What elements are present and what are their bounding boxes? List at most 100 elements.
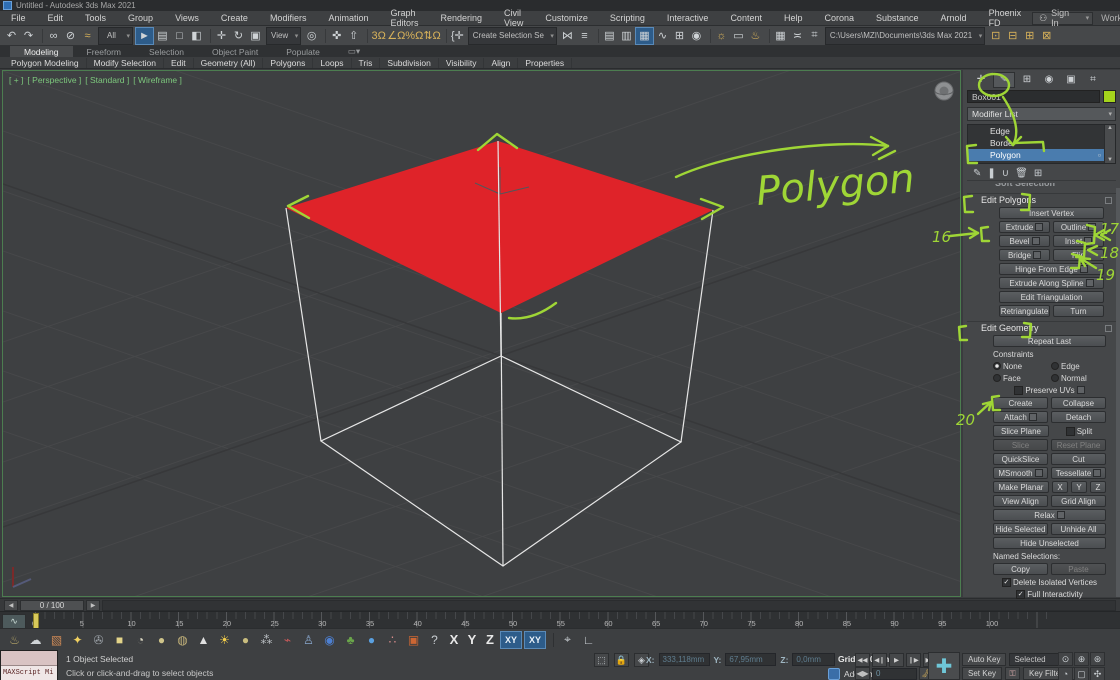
menu-item[interactable]: Rendering (430, 13, 494, 23)
ribbon-config-dropdown[interactable]: ▭▾ (334, 46, 374, 57)
stack-item-edge[interactable]: Edge (968, 125, 1115, 137)
axis-z-button[interactable]: Z (481, 631, 499, 649)
foliage-icon[interactable]: ♣ (340, 631, 361, 649)
cloud-icon[interactable]: ☁ (25, 631, 46, 649)
menu-item[interactable]: Interactive (656, 13, 720, 23)
select-and-link-icon[interactable]: ∞ (45, 28, 62, 44)
select-object-icon[interactable]: ► (135, 27, 154, 45)
x-coordinate-field[interactable]: 333,118mm (659, 653, 710, 666)
menu-item[interactable]: Views (164, 13, 210, 23)
rendered-frame-window-icon[interactable]: ▭ (730, 28, 747, 44)
stack-item-border[interactable]: Border (968, 137, 1115, 149)
snaps-toggle-icon[interactable]: 3Ω (370, 28, 387, 44)
edit-named-selection-sets-icon[interactable]: {✛ (449, 28, 466, 44)
disc-icon[interactable]: ● (235, 631, 256, 649)
retriangulate-button[interactable]: Retriangulate (999, 305, 1050, 317)
object-color-swatch[interactable] (1103, 90, 1116, 103)
ribbon-section[interactable]: Visibility (439, 58, 485, 68)
ribbon-section[interactable]: Properties (518, 58, 572, 68)
frame-display[interactable]: 0 / 100 (20, 600, 84, 611)
ribbon-section[interactable]: Align (484, 58, 518, 68)
material-editor-icon[interactable]: ◉ (688, 28, 705, 44)
utilities-tab-icon[interactable]: ⌗ (1083, 73, 1103, 87)
plane-xy-button[interactable]: XY (500, 631, 522, 649)
field-of-view-icon[interactable]: ◔ (1058, 667, 1073, 680)
create-tab-icon[interactable]: ✛ (971, 73, 991, 87)
select-and-move-icon[interactable]: ✛ (213, 28, 230, 44)
render-setup-icon[interactable]: ☼ (713, 28, 730, 44)
set-key-button[interactable]: Set Key (962, 667, 1002, 680)
quickslice-button[interactable]: QuickSlice (993, 453, 1048, 465)
z-coordinate-field[interactable]: 0,0mm (792, 653, 835, 666)
import-project-icon[interactable]: ⊠ (1038, 28, 1055, 44)
maxscript-listener-line[interactable]: MAXScript Mi (1, 666, 57, 680)
ribbon-tab-object-paint[interactable]: Object Paint (198, 46, 272, 57)
track-bar[interactable]: ∿ 05101520253035404550556065707580859095… (0, 611, 1120, 629)
bridge-button[interactable]: Bridge (999, 249, 1050, 261)
ribbon-section[interactable]: Polygons (263, 58, 313, 68)
light-icon[interactable]: ✦ (67, 631, 88, 649)
preserve-uvs-checkbox[interactable]: Preserve UVs (993, 385, 1106, 395)
planar-x-button[interactable]: X (1052, 481, 1068, 493)
current-frame-field[interactable]: 0 (872, 668, 917, 680)
planar-y-button[interactable]: Y (1071, 481, 1087, 493)
ribbon-tab-modeling[interactable]: Modeling (10, 46, 73, 57)
redo-icon[interactable]: ↷ (20, 28, 37, 44)
box-icon[interactable]: ■ (109, 631, 130, 649)
menu-item[interactable]: Modifiers (259, 13, 318, 23)
time-slider-track[interactable] (102, 600, 1116, 611)
unlink-selection-icon[interactable]: ⊘ (62, 28, 79, 44)
attach-button[interactable]: Attach (993, 411, 1048, 423)
menu-item[interactable]: Group (117, 13, 164, 23)
bevel-button[interactable]: Bevel (999, 235, 1050, 247)
select-and-rotate-icon[interactable]: ↻ (230, 28, 247, 44)
copy-button[interactable]: Copy (993, 563, 1048, 575)
constraint-edge-radio[interactable]: Edge (1051, 361, 1106, 371)
crosshair-icon[interactable]: ⌖ (557, 631, 578, 649)
ribbon-section[interactable]: Geometry (All) (194, 58, 264, 68)
slice-plane-button[interactable]: Slice Plane (993, 425, 1049, 437)
inset-button[interactable]: Inset (1053, 235, 1104, 247)
zoom-icon[interactable]: ⊙ (1058, 652, 1073, 666)
menu-item[interactable]: Customize (534, 13, 599, 23)
isolate-selection-icon[interactable]: ⬚ (594, 653, 609, 667)
menu-item[interactable]: Graph Editors (379, 8, 429, 28)
hierarchy-tab-icon[interactable]: ⊞ (1017, 73, 1037, 87)
image-icon[interactable]: ▧ (46, 631, 67, 649)
perspective-viewport[interactable]: [ + ] [ Perspective ] [ Standard ] [ Wir… (2, 70, 961, 597)
grid-align-button[interactable]: Grid Align (1051, 495, 1106, 507)
full-interactivity-checkbox[interactable]: Full Interactivity (993, 589, 1106, 599)
grid-a-icon[interactable]: ▦ (772, 28, 789, 44)
collapse-button[interactable]: Collapse (1051, 397, 1106, 409)
pan-view-icon[interactable]: ✣ (1090, 667, 1105, 680)
key-filter-icon[interactable]: ⚿ (1005, 667, 1020, 680)
project-folder-dropdown[interactable]: C:\Users\MZI\Documents\3ds Max 2021 (825, 27, 985, 45)
insert-vertex-button[interactable]: Insert Vertex (999, 207, 1104, 219)
menu-item[interactable]: Scripting (599, 13, 656, 23)
select-and-manipulate-icon[interactable]: ✜ (328, 28, 345, 44)
create-button[interactable]: Create (993, 397, 1048, 409)
undo-icon[interactable]: ↶ (3, 28, 20, 44)
mini-curve-editor-icon[interactable]: ∿ (2, 614, 26, 629)
make-unique-icon[interactable]: ∪ (1002, 168, 1009, 179)
turn-button[interactable]: Turn (1053, 305, 1104, 317)
relax-button[interactable]: Relax (993, 509, 1106, 521)
display-tab-icon[interactable]: ▣ (1061, 73, 1081, 87)
hide-unselected-button[interactable]: Hide Unselected (993, 537, 1106, 549)
ribbon-section[interactable]: Tris (352, 58, 381, 68)
axis-y-button[interactable]: Y (463, 631, 481, 649)
hide-selected-button[interactable]: Hide Selected (993, 523, 1048, 535)
ribbon-tab-freeform[interactable]: Freeform (73, 46, 135, 57)
selection-lock-icon[interactable]: 🔒 (614, 653, 629, 667)
add-macro-button[interactable]: ✚ (928, 652, 960, 680)
ribbon-section[interactable]: Polygon Modeling (4, 58, 87, 68)
go-to-start-button[interactable]: ◀◀ (855, 653, 870, 667)
selection-filter-dropdown[interactable]: All (98, 27, 133, 45)
bones-icon[interactable]: ⌁ (277, 631, 298, 649)
viewport-pov-menu[interactable]: [ Perspective ] (27, 75, 81, 85)
view-align-button[interactable]: View Align (993, 495, 1048, 507)
outline-button[interactable]: Outline (1053, 221, 1104, 233)
viewport-general-menu[interactable]: [ + ] (9, 75, 23, 85)
sphere-icon[interactable]: ● (151, 631, 172, 649)
play-button[interactable]: ▶ (889, 653, 904, 667)
